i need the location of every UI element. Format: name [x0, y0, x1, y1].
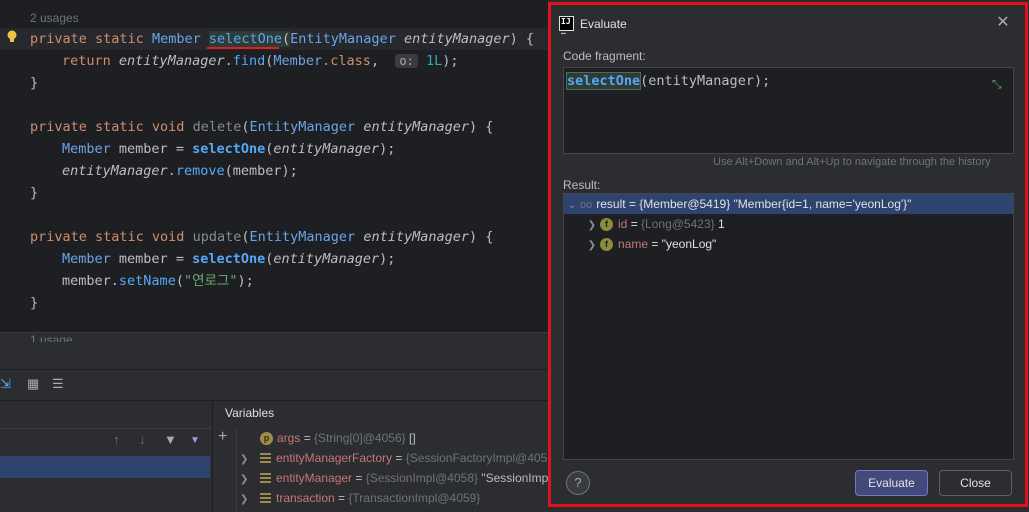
- add-icon[interactable]: +: [218, 428, 227, 446]
- code-line-5: private static void delete(EntityManager…: [30, 119, 494, 135]
- fragment-method: selectOne: [565, 72, 642, 90]
- code-line-10: private static void update(EntityManager…: [30, 229, 494, 245]
- expand-arrow-icon[interactable]: ❯: [240, 450, 260, 470]
- param-hint: o:: [395, 54, 418, 68]
- field-icon: [260, 453, 271, 465]
- expand-arrow-icon[interactable]: ❯: [240, 470, 260, 490]
- debug-tab-bar: [0, 342, 548, 370]
- code-line-11: Member member = selectOne(entityManager)…: [62, 251, 396, 267]
- intellij-icon: IJ _: [559, 16, 574, 34]
- step-icon[interactable]: ⇲: [0, 376, 11, 392]
- dialog-title: Evaluate: [580, 17, 627, 31]
- arrow-down-icon[interactable]: ↓: [139, 432, 146, 447]
- debug-toolbar: [0, 370, 548, 398]
- code-fragment-input[interactable]: selectOne(entityManager); ⤡: [563, 67, 1014, 154]
- code-line-1: private static Member selectOne(EntityMa…: [30, 31, 535, 47]
- table-icon[interactable]: ▦: [27, 376, 39, 392]
- code-line-6: Member member = selectOne(entityManager)…: [62, 141, 396, 157]
- code-line-2: return entityManager.find(Member.class, …: [62, 53, 459, 69]
- result-root-row[interactable]: ⌄ oo result = {Member@5419} "Member{id=1, …: [564, 194, 1013, 214]
- variables-title: Variables: [225, 406, 275, 420]
- field-icon: f: [600, 218, 613, 232]
- panel-splitter[interactable]: 1 usage: [0, 332, 548, 343]
- expand-arrow-icon[interactable]: ❯: [584, 216, 600, 236]
- result-label: Result:: [563, 178, 601, 192]
- code-line-12: member.setName("연로그");: [62, 273, 254, 289]
- code-line-3: }: [30, 75, 39, 91]
- result-tree[interactable]: ⌄ oo result = {Member@5419} "Member{id=1, …: [563, 193, 1014, 460]
- result-child-row[interactable]: ❯ f id = {Long@5423} 1: [584, 214, 1029, 234]
- watch-icon: oo: [580, 199, 593, 211]
- settings-list-icon[interactable]: ☰: [52, 376, 64, 392]
- selected-frame-row[interactable]: [0, 456, 210, 478]
- expand-icon[interactable]: ⤡: [992, 77, 1002, 92]
- variable-row[interactable]: p args = {String[0]@4056} []: [240, 428, 416, 448]
- arrow-up-icon[interactable]: ↑: [113, 432, 120, 447]
- evaluate-button[interactable]: Evaluate: [855, 470, 928, 496]
- variable-row[interactable]: ❯ transaction = {TransactionImpl@4059}: [240, 488, 480, 508]
- usages-hint[interactable]: 2 usages: [30, 11, 79, 25]
- variable-row[interactable]: ❯ entityManagerFactory = {SessionFactoryI…: [240, 448, 558, 468]
- fragment-rest: (entityManager);: [640, 73, 771, 89]
- error-underline: [207, 47, 279, 49]
- code-fragment-label: Code fragment:: [563, 49, 646, 63]
- code-editor[interactable]: 2 usages private static Member selectOne…: [0, 0, 548, 332]
- lightbulb-icon[interactable]: [6, 30, 18, 44]
- filter-icon[interactable]: ▼: [164, 432, 177, 447]
- expand-arrow-icon[interactable]: ❯: [240, 490, 260, 510]
- code-line-7: entityManager.remove(member);: [62, 163, 298, 179]
- field-icon: f: [600, 238, 613, 252]
- close-icon[interactable]: ✕: [994, 14, 1012, 32]
- history-hint: Use Alt+Down and Alt+Up to navigate thro…: [713, 156, 991, 168]
- result-child-row[interactable]: ❯ f name = "yeonLog": [584, 234, 1029, 254]
- dropdown-icon[interactable]: ▼: [190, 435, 200, 446]
- parameter-icon: p: [260, 432, 273, 446]
- variable-row[interactable]: ❯ entityManager = {SessionImpl@4058} "Ses…: [240, 468, 555, 488]
- frames-header: [0, 428, 212, 456]
- collapse-arrow-icon[interactable]: ⌄: [564, 196, 580, 216]
- evaluate-dialog: IJ _ Evaluate ✕ Code fragment: selectOne(…: [548, 2, 1028, 507]
- code-line-13: }: [30, 295, 39, 311]
- code-line-8: }: [30, 185, 39, 201]
- expand-arrow-icon[interactable]: ❯: [584, 236, 600, 256]
- field-icon: [260, 493, 271, 505]
- help-icon[interactable]: ?: [566, 471, 590, 495]
- close-button[interactable]: Close: [939, 470, 1012, 496]
- field-icon: [260, 473, 271, 485]
